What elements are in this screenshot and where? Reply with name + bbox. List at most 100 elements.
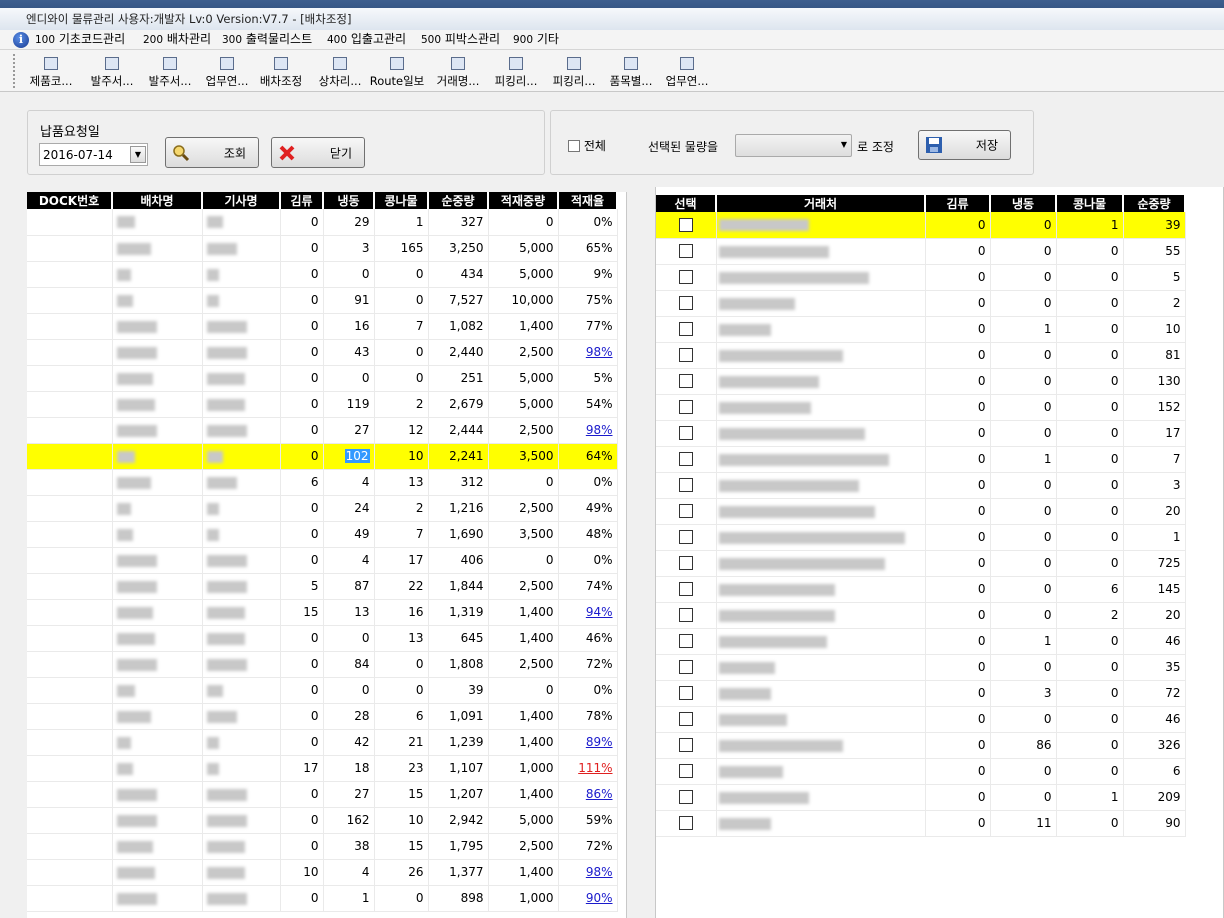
cell[interactable]: 0 — [374, 885, 429, 912]
cell[interactable]: 2,500 — [488, 651, 559, 678]
cell[interactable]: 78% — [558, 703, 618, 730]
table-row[interactable]: 0 0 0 39 0 0% — [27, 677, 618, 704]
cell[interactable]: 6 — [1056, 576, 1124, 603]
cell[interactable]: 17 — [280, 755, 324, 782]
vehicle-name-cell[interactable] — [112, 625, 203, 652]
cell[interactable]: 28 — [323, 703, 375, 730]
cell[interactable]: 209 — [1123, 784, 1186, 811]
row-checkbox[interactable] — [678, 738, 693, 753]
cell[interactable] — [27, 807, 113, 834]
cell[interactable]: 72 — [1123, 680, 1186, 707]
vehicle-name-cell[interactable] — [112, 287, 203, 314]
cell[interactable]: 11 — [990, 810, 1057, 837]
toolbar-button-12[interactable]: 업무연... — [662, 52, 712, 90]
cell[interactable]: 46% — [558, 625, 618, 652]
select-cell[interactable] — [656, 394, 717, 421]
select-cell[interactable] — [656, 368, 717, 395]
cell[interactable]: 0 — [1056, 420, 1124, 447]
cell[interactable]: 0 — [990, 498, 1057, 525]
cell[interactable]: 0 — [990, 342, 1057, 369]
cell[interactable]: 0 — [280, 703, 324, 730]
close-button[interactable]: 닫기 — [271, 137, 365, 168]
table-row[interactable]: 10 4 26 1,377 1,400 98% — [27, 859, 618, 886]
column-header[interactable]: 배차명 — [112, 192, 203, 209]
table-row[interactable]: 0 0 0 5 — [656, 264, 1186, 291]
cell[interactable]: 46 — [1123, 628, 1186, 655]
cell[interactable]: 0 — [1056, 498, 1124, 525]
cell[interactable]: 0 — [925, 524, 991, 551]
cell[interactable]: 2 — [1123, 290, 1186, 317]
driver-name-cell[interactable] — [202, 365, 281, 392]
cell[interactable]: 0 — [280, 417, 324, 444]
menu-item-400[interactable]: 400 입출고관리 — [327, 30, 406, 50]
cell[interactable]: 72% — [558, 651, 618, 678]
cell[interactable] — [27, 547, 113, 574]
vehicle-name-cell[interactable] — [112, 495, 203, 522]
cell[interactable] — [27, 495, 113, 522]
row-checkbox[interactable] — [678, 348, 693, 363]
column-header[interactable]: 순중량 — [428, 192, 489, 209]
cell[interactable]: 0 — [488, 469, 559, 496]
table-row[interactable]: 0 0 0 35 — [656, 654, 1186, 681]
cell[interactable]: 0 — [488, 677, 559, 704]
cell[interactable]: 0 — [488, 547, 559, 574]
select-cell[interactable] — [656, 680, 717, 707]
cell[interactable]: 64% — [558, 443, 618, 470]
vehicle-name-cell[interactable] — [112, 313, 203, 340]
vehicle-name-cell[interactable] — [112, 573, 203, 600]
column-header[interactable]: 선택 — [656, 195, 717, 212]
cell[interactable]: 0 — [990, 602, 1057, 629]
cell[interactable]: 1,795 — [428, 833, 489, 860]
cell[interactable]: 27 — [323, 417, 375, 444]
table-row[interactable]: 0 84 0 1,808 2,500 72% — [27, 651, 618, 678]
toolbar-button-2[interactable]: 발주서... — [82, 52, 142, 90]
cell[interactable]: 35 — [1123, 654, 1186, 681]
cell[interactable]: 0 — [925, 758, 991, 785]
cell[interactable]: 1,319 — [428, 599, 489, 626]
table-row[interactable]: 0 0 1 39 — [656, 212, 1186, 239]
table-row[interactable]: 0 0 13 645 1,400 46% — [27, 625, 618, 652]
cell[interactable]: 98% — [558, 339, 618, 366]
customer-name-cell[interactable] — [716, 784, 926, 811]
row-checkbox[interactable] — [678, 608, 693, 623]
table-row[interactable]: 0 0 0 152 — [656, 394, 1186, 421]
customer-name-cell[interactable] — [716, 602, 926, 629]
table-row[interactable]: 0 0 0 81 — [656, 342, 1186, 369]
select-cell[interactable] — [656, 784, 717, 811]
cell[interactable]: 434 — [428, 261, 489, 288]
table-row[interactable]: 0 16 7 1,082 1,400 77% — [27, 313, 618, 340]
cell[interactable]: 2 — [1056, 602, 1124, 629]
customer-name-cell[interactable] — [716, 524, 926, 551]
cell[interactable]: 0 — [925, 784, 991, 811]
cell[interactable]: 90% — [558, 885, 618, 912]
cell[interactable]: 0 — [925, 238, 991, 265]
table-row[interactable]: 0 24 2 1,216 2,500 49% — [27, 495, 618, 522]
menu-item-900[interactable]: 900 기타 — [513, 30, 559, 50]
toolbar-button-10[interactable]: 피킹리... — [546, 52, 602, 90]
select-cell[interactable] — [656, 654, 717, 681]
row-checkbox[interactable] — [678, 530, 693, 545]
vehicle-name-cell[interactable] — [112, 209, 203, 236]
driver-name-cell[interactable] — [202, 443, 281, 470]
customer-name-cell[interactable] — [716, 758, 926, 785]
column-header[interactable]: DOCK번호 — [27, 192, 113, 209]
cell[interactable]: 0 — [374, 677, 429, 704]
vehicle-name-cell[interactable] — [112, 469, 203, 496]
cell[interactable]: 0 — [990, 212, 1057, 239]
row-checkbox[interactable] — [678, 478, 693, 493]
cell[interactable]: 23 — [374, 755, 429, 782]
driver-name-cell[interactable] — [202, 703, 281, 730]
cell[interactable]: 10 — [1123, 316, 1186, 343]
vehicle-name-cell[interactable] — [112, 807, 203, 834]
table-row[interactable]: 0 4 17 406 0 0% — [27, 547, 618, 574]
cell[interactable]: 49 — [323, 521, 375, 548]
cell[interactable]: 0 — [925, 342, 991, 369]
cell[interactable] — [27, 859, 113, 886]
cell[interactable]: 16 — [374, 599, 429, 626]
column-header[interactable]: 콩나물 — [374, 192, 429, 209]
cell[interactable]: 0 — [280, 651, 324, 678]
table-row[interactable]: 0 102 10 2,241 3,500 64% — [27, 443, 618, 470]
cell[interactable]: 162 — [323, 807, 375, 834]
cell[interactable]: 2 — [374, 495, 429, 522]
cell[interactable]: 17 — [1123, 420, 1186, 447]
